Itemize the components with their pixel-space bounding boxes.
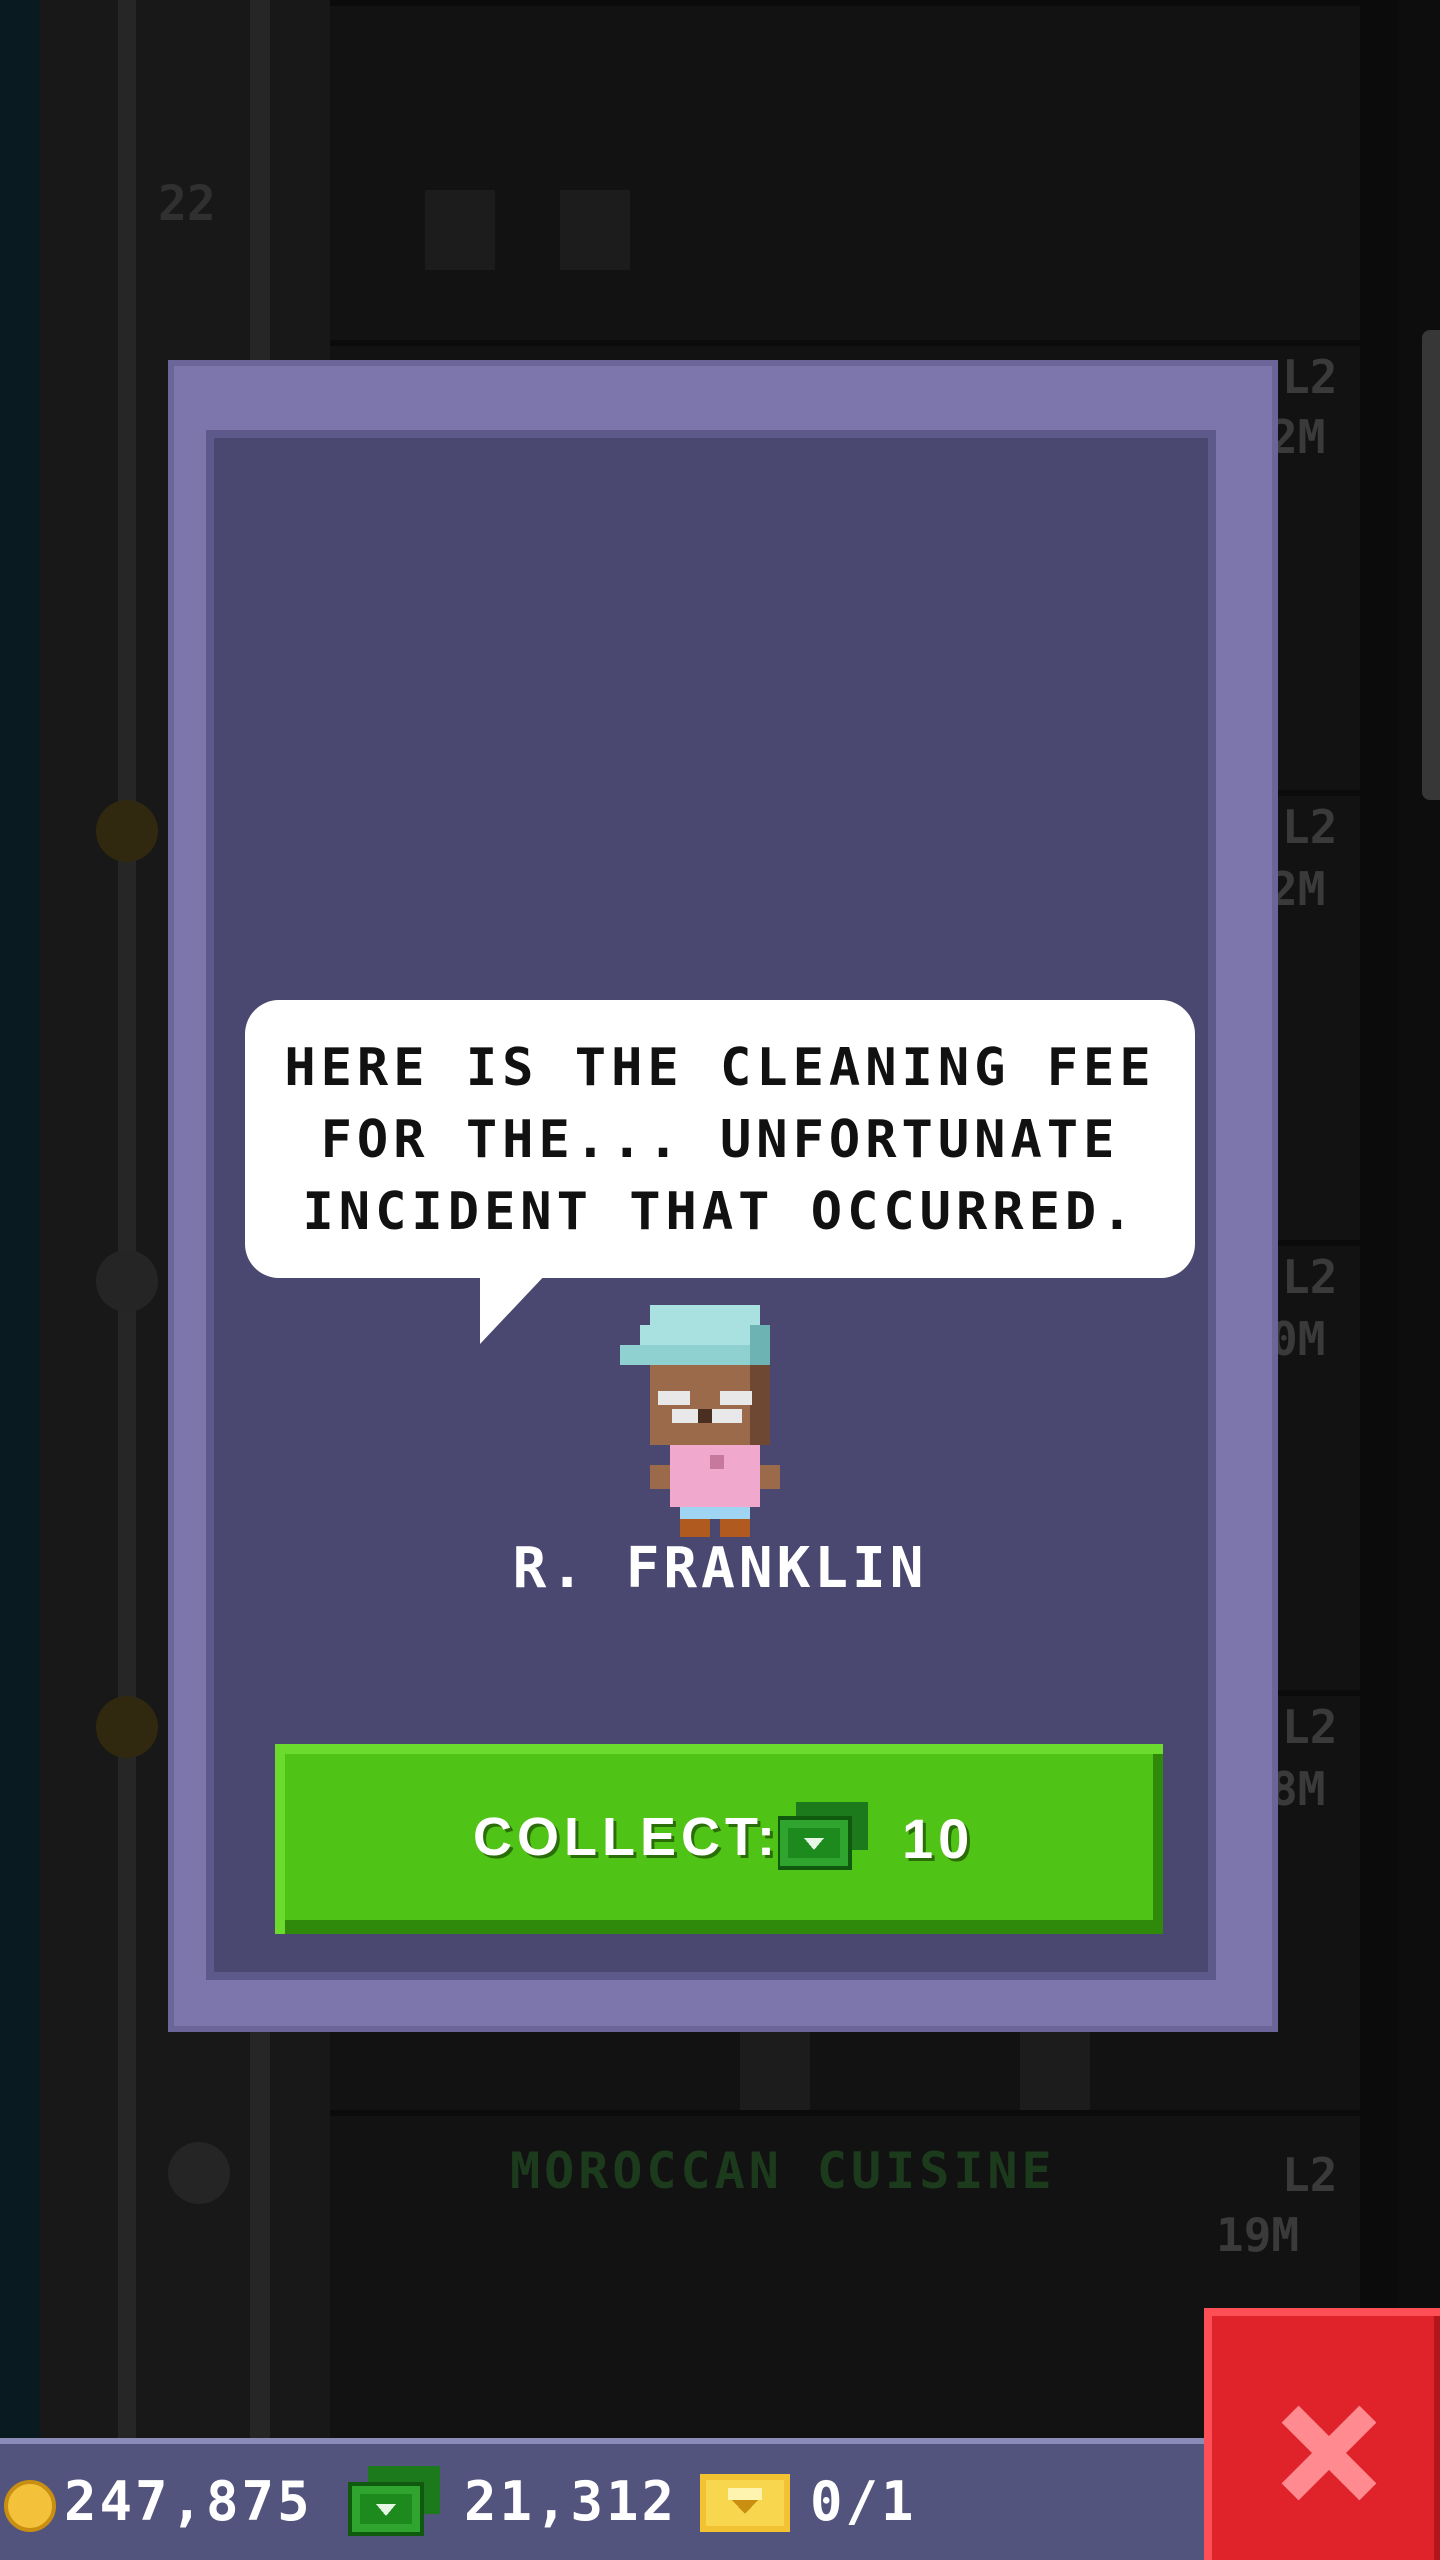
speech-bubble-tail <box>480 1272 548 1344</box>
resource-bar: 247,875 21,312 0/1 <box>0 2438 1204 2560</box>
bux-icon <box>348 2466 440 2536</box>
speech-line: HERE IS THE CLEANING FEE <box>284 1038 1156 1098</box>
speech-line: INCIDENT THAT OCCURRED. <box>302 1182 1138 1242</box>
speech-bubble: HERE IS THE CLEANING FEE FOR THE... UNFO… <box>245 1000 1195 1278</box>
collect-button[interactable]: COLLECT: 10 <box>275 1744 1163 1934</box>
ticket-count: 0/1 <box>810 2470 917 2533</box>
bitizen-avatar <box>620 1305 780 1537</box>
collect-amount: 10 <box>902 1807 975 1870</box>
bux-count: 21,312 <box>464 2470 678 2533</box>
close-icon <box>1272 2398 1382 2508</box>
collect-label: COLLECT: <box>473 1807 780 1867</box>
character-name: R. FRANKLIN <box>512 1536 928 1601</box>
golden-ticket-icon <box>700 2474 790 2532</box>
coin-count: 247,875 <box>64 2470 313 2533</box>
speech-text: HERE IS THE CLEANING FEE FOR THE... UNFO… <box>245 1032 1195 1248</box>
coin-icon <box>4 2480 56 2532</box>
close-button[interactable] <box>1204 2308 1440 2560</box>
tower-bux-icon <box>778 1802 868 1870</box>
speech-line: FOR THE... UNFORTUNATE <box>320 1110 1120 1170</box>
